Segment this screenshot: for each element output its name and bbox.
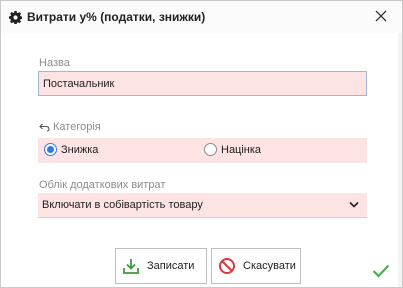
radio-button-unchecked[interactable] (204, 143, 217, 156)
cancel-button[interactable]: Скасувати (211, 248, 301, 284)
radio-discount[interactable]: Знижка (44, 143, 98, 156)
close-icon[interactable] (374, 9, 388, 23)
checkmark-icon (372, 264, 390, 278)
costs-label: Облік додаткових витрат (39, 179, 166, 191)
chevron-down-icon[interactable] (349, 201, 359, 208)
name-input[interactable] (38, 71, 367, 96)
dialog-window: Витрати у% (податки, знижки) Назва Катег… (0, 0, 403, 288)
save-button-label: Записати (147, 260, 195, 272)
save-button[interactable]: Записати (115, 248, 207, 284)
category-radio-group: Знижка Націнка (38, 138, 367, 163)
window-title: Витрати у% (податки, знижки) (27, 10, 206, 24)
radio-label-markup: Націнка (221, 143, 262, 156)
costs-dropdown[interactable]: Включати в собівартість товару (38, 193, 367, 218)
gear-icon (8, 10, 22, 24)
prohibited-icon (218, 257, 236, 275)
name-label: Назва (39, 57, 70, 69)
costs-dropdown-value: Включати в собівартість товару (42, 199, 203, 211)
title-bar[interactable]: Витрати у% (податки, знижки) (1, 1, 402, 33)
undo-arrow-icon (39, 123, 50, 132)
download-icon (122, 257, 140, 275)
radio-markup[interactable]: Націнка (204, 143, 261, 156)
cancel-button-label: Скасувати (243, 260, 296, 272)
category-label: Категорія (53, 121, 101, 133)
category-label-row: Категорія (39, 121, 101, 133)
window-edge (398, 33, 402, 287)
radio-button-checked[interactable] (44, 143, 57, 156)
radio-label-discount: Знижка (61, 143, 99, 156)
